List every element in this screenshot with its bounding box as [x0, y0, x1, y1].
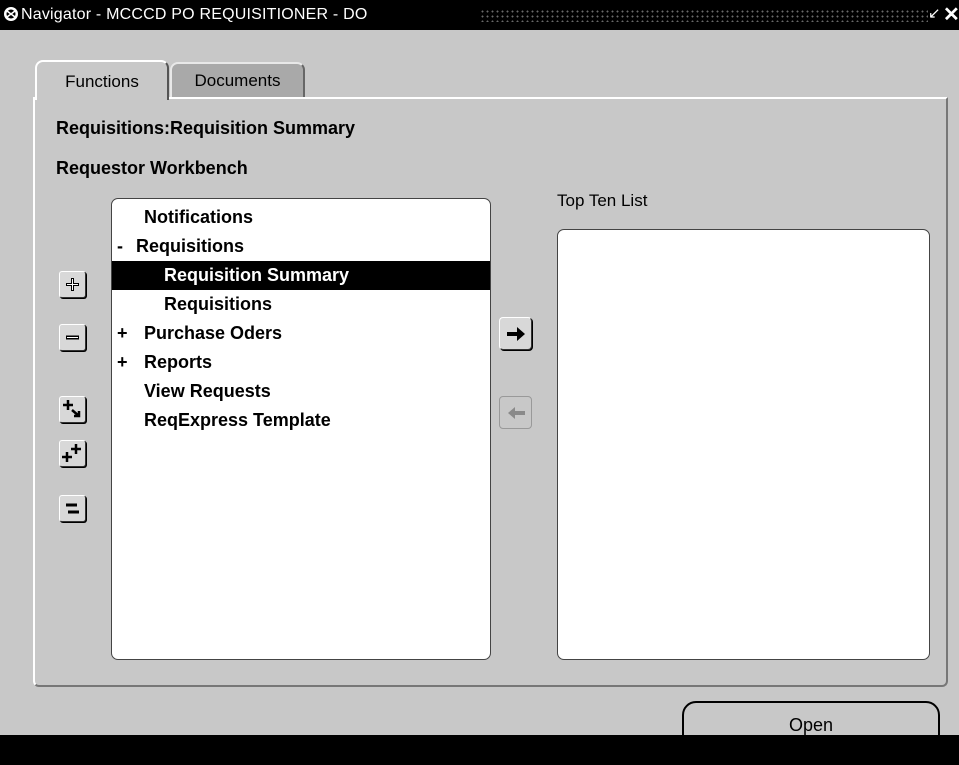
top-ten-list[interactable] [557, 229, 930, 660]
screen-bottom-bar [0, 735, 959, 765]
collapse-all-button[interactable] [59, 495, 86, 522]
collapse-all-icon [66, 503, 79, 514]
expand-branch-button[interactable] [59, 396, 86, 423]
tab-functions[interactable]: Functions [35, 60, 169, 100]
expand-branch-icon [63, 400, 81, 418]
tab-documents[interactable]: Documents [170, 62, 305, 98]
breadcrumb: Requisitions:Requisition Summary [56, 118, 356, 138]
arrow-right-icon [507, 327, 525, 341]
expand-all-icon [62, 444, 81, 462]
collapse-button[interactable] [59, 324, 86, 351]
top-ten-label: Top Ten List [557, 191, 648, 210]
tree-item-reqexpress-template[interactable]: ReqExpress Template [112, 406, 490, 435]
tree-item-requisition-summary[interactable]: Requisition Summary [112, 261, 490, 290]
tree-item-label: Requisitions [164, 294, 273, 314]
remove-from-top-ten-button[interactable] [499, 396, 532, 429]
title-bar-pattern [480, 9, 928, 22]
window-title: Navigator - MCCCD PO REQUISITIONER - DO [21, 6, 368, 23]
tree-item-purchase-orders[interactable]: + Purchase Oders [112, 319, 490, 348]
tree-item-label: Requisition Summary [164, 265, 350, 285]
tree-item-notifications[interactable]: Notifications [112, 203, 490, 232]
collapse-icon [66, 335, 79, 340]
tree-item-label: Requisitions [136, 236, 245, 256]
tree-toggle[interactable]: + [117, 319, 129, 348]
tree-item-label: Reports [144, 352, 213, 372]
tree-item-reports[interactable]: + Reports [112, 348, 490, 377]
navigator-tree[interactable]: Notifications - Requisitions Requisition… [111, 198, 491, 660]
add-to-top-ten-button[interactable] [499, 317, 532, 350]
tree-toggle[interactable]: - [117, 232, 129, 261]
expand-all-button[interactable] [59, 440, 86, 467]
arrow-left-icon [508, 407, 525, 419]
tree-item-label: Purchase Oders [144, 323, 283, 343]
tree-item-view-requests[interactable]: View Requests [112, 377, 490, 406]
functions-panel: Requisitions:Requisition Summary Request… [33, 97, 948, 687]
title-bar[interactable]: Navigator - MCCCD PO REQUISITIONER - DO … [0, 0, 959, 30]
tree-item-label: ReqExpress Template [144, 410, 331, 430]
tree-item-label: Notifications [144, 207, 254, 227]
expand-icon [66, 278, 79, 291]
open-button[interactable]: Open [682, 701, 940, 735]
app-icon [3, 6, 19, 22]
tree-item-requisitions-sub[interactable]: Requisitions [112, 290, 490, 319]
tree-item-requisitions[interactable]: - Requisitions [112, 232, 490, 261]
expand-button[interactable] [59, 271, 86, 298]
navigator-window: Navigator - MCCCD PO REQUISITIONER - DO … [0, 0, 959, 735]
tree-toggle[interactable]: + [117, 348, 129, 377]
close-icon[interactable]: ✕ [943, 2, 959, 27]
minimize-icon[interactable]: ↙ [928, 4, 941, 22]
responsibility-title: Requestor Workbench [56, 158, 248, 178]
tree-item-label: View Requests [144, 381, 271, 401]
